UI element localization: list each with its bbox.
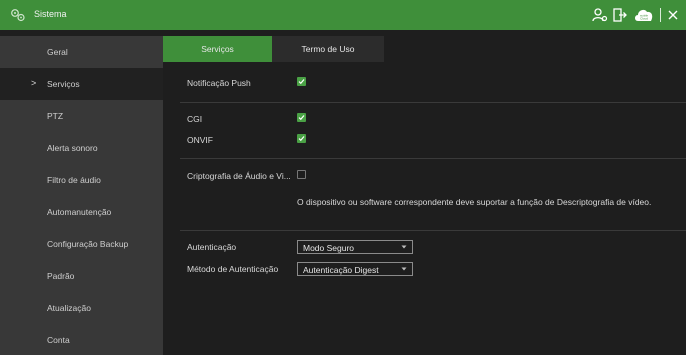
tab-label: Termo de Uso bbox=[301, 44, 355, 54]
sidebar-item-alerta-sonoro[interactable]: Alerta sonoro bbox=[0, 132, 163, 164]
authentication-method-select[interactable]: Autenticação Digest bbox=[297, 262, 413, 276]
sidebar-item-label: Alerta sonoro bbox=[47, 143, 98, 153]
sidebar-item-filtro-audio[interactable]: Filtro de áudio bbox=[0, 164, 163, 196]
sidebar-item-padrao[interactable]: Padrão bbox=[0, 260, 163, 292]
sidebar: Geral > Serviços PTZ Alerta sonoro Filtr… bbox=[0, 36, 163, 355]
sidebar-item-servicos[interactable]: > Serviços bbox=[0, 68, 163, 100]
svg-text:Cloud: Cloud bbox=[640, 17, 648, 21]
push-notification-label: Notificação Push bbox=[187, 78, 251, 88]
authentication-label: Autenticação bbox=[187, 242, 237, 252]
sidebar-item-label: Padrão bbox=[47, 271, 75, 281]
sidebar-item-label: PTZ bbox=[47, 111, 64, 121]
encryption-note: O dispositivo ou software correspondente… bbox=[297, 197, 652, 207]
chevron-right-icon: > bbox=[31, 78, 37, 88]
audio-video-encryption-label: Criptografia de Áudio e Vi... bbox=[187, 171, 291, 181]
check-icon bbox=[298, 136, 305, 142]
sidebar-item-label: Configuração Backup bbox=[47, 239, 129, 249]
app-gears-icon bbox=[11, 9, 25, 22]
tab-bar: Serviços Termo de Uso bbox=[163, 36, 686, 62]
onvif-checkbox[interactable] bbox=[297, 134, 306, 143]
sidebar-item-label: Filtro de áudio bbox=[47, 175, 101, 185]
logout-icon[interactable] bbox=[612, 7, 628, 23]
dropdown-caret-icon bbox=[401, 245, 407, 249]
sidebar-item-configuracao-backup[interactable]: Configuração Backup bbox=[0, 228, 163, 260]
tab-termo-de-uso[interactable]: Termo de Uso bbox=[272, 36, 384, 62]
sidebar-item-label: Conta bbox=[47, 335, 70, 345]
user-settings-icon[interactable] bbox=[592, 7, 608, 23]
tab-servicos[interactable]: Serviços bbox=[163, 36, 272, 62]
push-notification-checkbox[interactable] bbox=[297, 77, 306, 86]
cgi-label: CGI bbox=[187, 114, 203, 124]
sidebar-item-conta[interactable]: Conta bbox=[0, 324, 163, 355]
divider bbox=[180, 102, 686, 103]
divider bbox=[180, 158, 686, 159]
sidebar-item-ptz[interactable]: PTZ bbox=[0, 100, 163, 132]
authentication-method-select-value: Autenticação Digest bbox=[303, 265, 379, 275]
sidebar-item-automanutencao[interactable]: Automanutenção bbox=[0, 196, 163, 228]
sidebar-item-label: Automanutenção bbox=[47, 207, 112, 217]
sidebar-item-label: Serviços bbox=[47, 79, 80, 89]
divider bbox=[180, 230, 686, 231]
authentication-method-label: Método de Autenticação bbox=[187, 264, 279, 274]
sidebar-item-label: Geral bbox=[47, 47, 68, 57]
sidebar-item-geral[interactable]: Geral bbox=[0, 36, 163, 68]
check-icon bbox=[298, 79, 305, 85]
title-bar: Sistema mobile Cloud bbox=[0, 0, 686, 30]
titlebar-separator bbox=[660, 8, 661, 22]
check-icon bbox=[298, 115, 305, 121]
audio-video-encryption-checkbox[interactable] bbox=[297, 170, 306, 179]
authentication-select[interactable]: Modo Seguro bbox=[297, 240, 413, 254]
sidebar-item-atualizacao[interactable]: Atualização bbox=[0, 292, 163, 324]
close-icon[interactable] bbox=[667, 9, 679, 21]
tab-label: Serviços bbox=[201, 44, 234, 54]
sidebar-item-label: Atualização bbox=[47, 303, 91, 313]
window-title: Sistema bbox=[34, 9, 67, 19]
mobile-cloud-icon[interactable]: mobile Cloud bbox=[633, 5, 655, 25]
onvif-label: ONVIF bbox=[187, 135, 213, 145]
authentication-select-value: Modo Seguro bbox=[303, 243, 355, 253]
cgi-checkbox[interactable] bbox=[297, 113, 306, 122]
dropdown-caret-icon bbox=[401, 267, 407, 271]
